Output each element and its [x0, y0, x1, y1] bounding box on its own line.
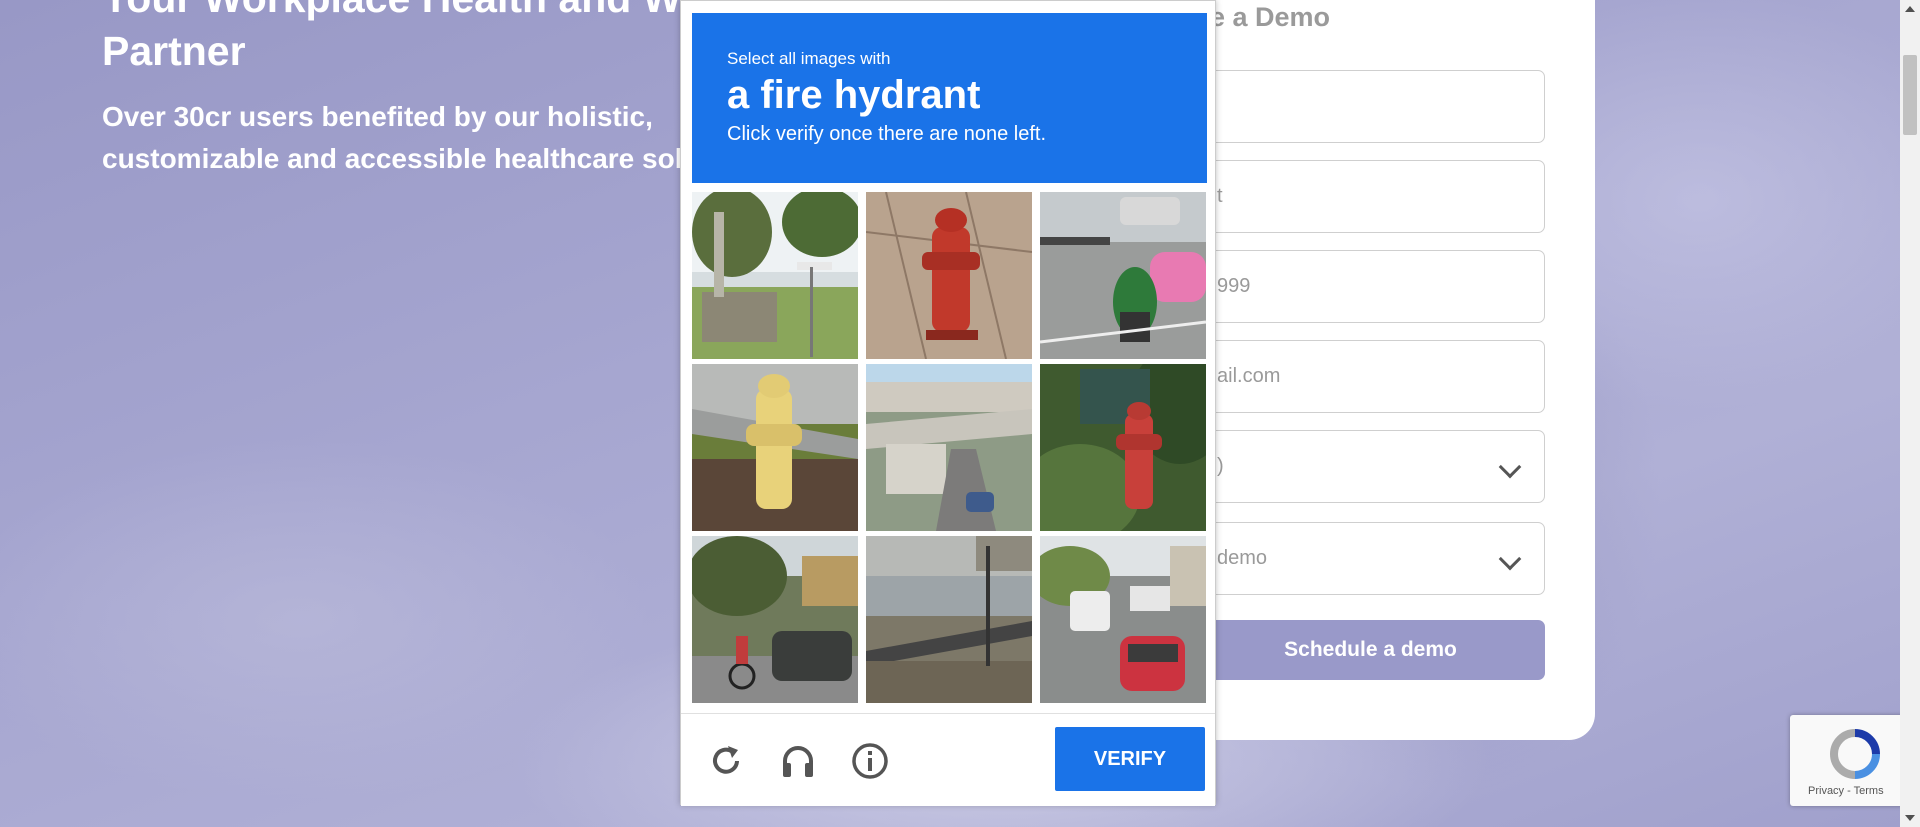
captcha-footer: VERIFY — [681, 713, 1215, 806]
captcha-challenge: Select all images with a fire hydrant Cl… — [680, 0, 1216, 806]
schedule-demo-button[interactable]: Schedule a demo — [1196, 620, 1545, 680]
captcha-tile-5[interactable] — [866, 364, 1032, 531]
captcha-header: Select all images with a fire hydrant Cl… — [692, 13, 1207, 183]
form-title: e a Demo — [1210, 2, 1331, 32]
hero-subtitle-line2: customizable and accessible healthcare s… — [102, 143, 700, 174]
email-field-value: ail.com — [1217, 365, 1281, 387]
captcha-tile-2[interactable] — [866, 192, 1032, 359]
recaptcha-terms-link[interactable]: Privacy - Terms — [1808, 785, 1884, 797]
captcha-tile-3[interactable] — [1040, 192, 1206, 359]
red-hydrant-bushes-image — [1040, 364, 1206, 531]
recaptcha-logo-icon — [1829, 729, 1880, 779]
hero-title-line1: Your Workplace Health and We — [102, 0, 703, 21]
name-field[interactable] — [1196, 70, 1545, 143]
captcha-tile-4[interactable] — [692, 364, 858, 531]
yellow-hydrant-image — [692, 364, 858, 531]
captcha-instruction: Select all images with — [727, 49, 891, 68]
chevron-down-icon — [1498, 455, 1522, 479]
captcha-tile-9[interactable] — [1040, 536, 1206, 703]
company-field[interactable]: t — [1196, 160, 1545, 233]
phone-field-value: 999 — [1217, 275, 1251, 297]
street-motorcycle-image — [1040, 192, 1206, 359]
captcha-tile-7[interactable] — [692, 536, 858, 703]
company-field-value: t — [1217, 185, 1223, 207]
demo-type-select[interactable]: demo — [1196, 522, 1545, 595]
scroll-up-arrow-icon[interactable] — [1905, 6, 1915, 12]
company-size-value: ) — [1217, 455, 1224, 477]
street-red-car-image — [1040, 536, 1206, 703]
hero-title: Your Workplace Health and We Partner — [102, 0, 742, 78]
scrollbar-thumb[interactable] — [1903, 55, 1917, 135]
phone-field[interactable]: 999 — [1196, 250, 1545, 323]
captcha-image-grid — [692, 192, 1207, 703]
email-field[interactable]: ail.com — [1196, 340, 1545, 413]
captcha-note: Click verify once there are none left. — [727, 123, 1047, 145]
hero-subtitle: Over 30cr users benefited by our holisti… — [102, 96, 742, 180]
demo-type-value: demo — [1217, 547, 1268, 569]
chevron-down-icon — [1498, 547, 1522, 571]
page-scrollbar[interactable] — [1900, 0, 1920, 827]
captcha-tile-8[interactable] — [866, 536, 1032, 703]
street-cyclist-image — [692, 536, 858, 703]
captcha-target: a fire hydrant — [727, 73, 981, 117]
road-bridge-image — [866, 364, 1032, 531]
headphones-icon[interactable] — [778, 741, 818, 781]
captcha-tile-6[interactable] — [1040, 364, 1206, 531]
hero-subtitle-line1: Over 30cr users benefited by our holisti… — [102, 101, 653, 132]
rocky-shore-image — [866, 536, 1032, 703]
info-icon[interactable] — [850, 741, 890, 781]
hero-title-line2: Partner — [102, 28, 246, 74]
captcha-tile-1[interactable] — [692, 192, 858, 359]
verify-button[interactable]: VERIFY — [1055, 727, 1205, 791]
red-hydrant-image — [866, 192, 1032, 359]
reload-icon[interactable] — [706, 741, 746, 781]
monument-trees-image — [692, 192, 858, 359]
scroll-down-arrow-icon[interactable] — [1905, 815, 1915, 821]
company-size-select[interactable]: ) — [1196, 430, 1545, 503]
